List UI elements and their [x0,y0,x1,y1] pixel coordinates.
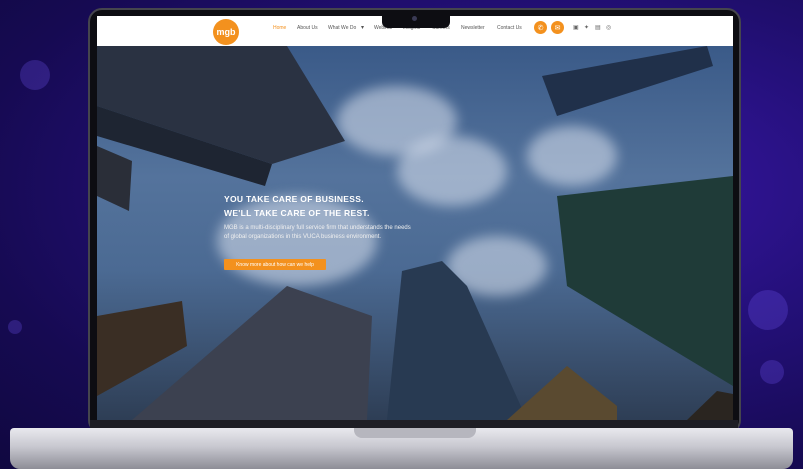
facebook-icon[interactable]: ▤ [595,24,601,31]
instagram-icon[interactable]: ◎ [606,24,611,31]
hero-section: YOU TAKE CARE OF BUSINESS. WE'LL TAKE CA… [97,46,733,420]
laptop-screen: YOU TAKE CARE OF BUSINESS. WE'LL TAKE CA… [97,16,733,420]
nav-newsletter[interactable]: Newsletter [461,25,485,31]
background-bokeh [20,60,50,90]
camera-icon [412,16,417,21]
nav-about-us[interactable]: About Us [297,25,318,31]
site-logo[interactable]: mgb [213,19,239,45]
linkedin-icon[interactable]: ▣ [573,24,579,31]
nav-what-we-do[interactable]: What We Do [328,25,356,31]
hero-title-line1: YOU TAKE CARE OF BUSINESS. [224,194,364,204]
nav-home[interactable]: Home [273,25,286,31]
hero-title-line2: WE'LL TAKE CARE OF THE REST. [224,208,370,218]
email-icon[interactable]: ✉ [551,21,564,34]
twitter-icon[interactable]: ✦ [584,24,589,31]
nav-contact-us[interactable]: Contact Us [497,25,522,31]
background-bokeh [8,320,22,334]
hero-cta-button[interactable]: Know more about how can we help [224,259,326,270]
screen-bezel-bottom [90,420,738,428]
background-bokeh [748,290,788,330]
background-bokeh [760,360,784,384]
phone-icon[interactable]: ✆ [534,21,547,34]
hero-description: MGB is a multi-disciplinary full service… [224,225,411,240]
skyline-image [97,46,733,420]
laptop-base-notch [354,428,476,438]
chevron-down-icon: ▾ [361,25,365,31]
